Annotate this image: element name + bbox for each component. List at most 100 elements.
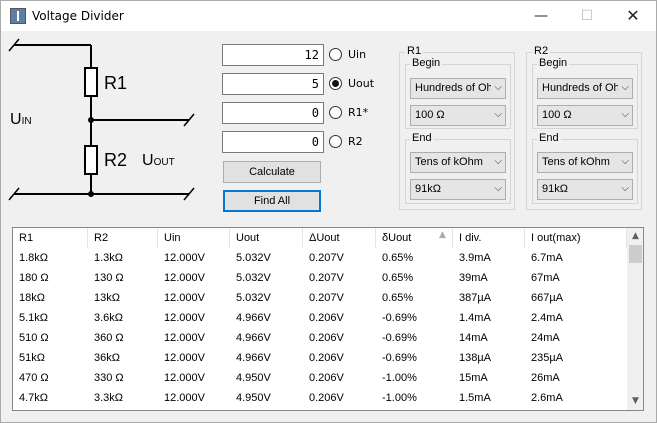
- r2-label: R2: [104, 150, 128, 170]
- table-cell: 0.65%: [382, 292, 414, 304]
- table-cell: 0.65%: [382, 272, 414, 284]
- table-row[interactable]: 51kΩ 36kΩ 12.000V 4.966V 0.206V -0.69% 138µA 23…: [13, 348, 627, 368]
- r2-end-value-select[interactable]: 91kΩ ⌵: [537, 179, 633, 200]
- chevron-down-icon: ⌵: [494, 109, 502, 120]
- table-cell: 36kΩ: [94, 352, 120, 364]
- table-cell: 3.3kΩ: [94, 392, 124, 404]
- scroll-down-icon[interactable]: ▼: [627, 393, 643, 410]
- table-cell: 26mA: [531, 372, 560, 384]
- r1-begin-title: Begin: [410, 57, 443, 69]
- chevron-down-icon: ⌵: [494, 183, 502, 194]
- table-cell: 667µA: [531, 292, 564, 304]
- r2-input[interactable]: 0: [222, 131, 324, 153]
- table-row[interactable]: 4.7kΩ 3.3kΩ 12.000V 4.950V 0.206V -1.00% 1.5mA…: [13, 388, 627, 408]
- r1-range-title: R1: [405, 45, 424, 57]
- column-header[interactable]: Uin: [158, 228, 230, 248]
- calculate-button[interactable]: Calculate: [223, 161, 321, 183]
- uin-radio-label: Uin: [348, 48, 367, 61]
- table-cell: 130 Ω: [94, 272, 124, 284]
- column-header[interactable]: I div.: [453, 228, 525, 248]
- r2-range-title: R2: [532, 45, 551, 57]
- table-cell: 4.966V: [236, 332, 271, 344]
- table-cell: 0.207V: [309, 252, 344, 264]
- app-window: Voltage Divider — ☐ ✕ R1 R2 UIN UOUT 12 …: [0, 0, 657, 423]
- r1-end-title: End: [410, 132, 434, 144]
- table-cell: 67mA: [531, 272, 560, 284]
- table-row[interactable]: 18kΩ 13kΩ 12.000V 5.032V 0.207V 0.65% 387µA 667…: [13, 288, 627, 308]
- table-cell: 2.4mA: [531, 312, 563, 324]
- schematic-drawing: [8, 38, 195, 201]
- table-row[interactable]: 1.8kΩ 1.3kΩ 12.000V 5.032V 0.207V 0.65% 3.9mA 6…: [13, 248, 627, 268]
- uin-radio[interactable]: [329, 48, 342, 61]
- vertical-scrollbar[interactable]: ▲ ▼: [627, 228, 643, 410]
- table-cell: 5.032V: [236, 272, 271, 284]
- r2-begin-title: Begin: [537, 57, 570, 69]
- column-header[interactable]: I out(max): [525, 228, 627, 248]
- column-header[interactable]: Uout: [230, 228, 303, 248]
- table-cell: 0.206V: [309, 312, 344, 324]
- table-cell: -1.00%: [382, 372, 417, 384]
- table-cell: 12.000V: [164, 372, 205, 384]
- results-list[interactable]: R1 R2 Uin Uout ΔUout δUout I div. I out(max) ▲ …: [12, 227, 644, 411]
- table-cell: 0.65%: [382, 252, 414, 264]
- table-cell: 39mA: [459, 272, 488, 284]
- table-cell: 235µA: [531, 352, 564, 364]
- uout-radio-label: Uout: [348, 77, 375, 90]
- r1-input[interactable]: 0: [222, 102, 324, 124]
- table-cell: 4.950V: [236, 372, 271, 384]
- table-row[interactable]: 470 Ω 330 Ω 12.000V 4.950V 0.206V -1.00% 15mA 2…: [13, 368, 627, 388]
- find-all-button[interactable]: Find All: [223, 190, 321, 212]
- uout-label: UOUT: [142, 152, 175, 169]
- chevron-down-icon: ⌵: [494, 156, 502, 167]
- column-header[interactable]: ΔUout: [303, 228, 376, 248]
- table-row[interactable]: 180 Ω 130 Ω 12.000V 5.032V 0.207V 0.65% 39mA 67…: [13, 268, 627, 288]
- maximize-button: ☐: [580, 8, 594, 24]
- scroll-thumb[interactable]: [629, 245, 642, 263]
- divider-schematic: R1 R2 UIN UOUT: [1, 31, 216, 226]
- table-cell: 2.6mA: [531, 392, 563, 404]
- uin-label: UIN: [10, 111, 32, 128]
- scroll-up-icon[interactable]: ▲: [627, 228, 643, 245]
- table-row[interactable]: 510 Ω 360 Ω 12.000V 4.966V 0.206V -0.69% 14mA 2…: [13, 328, 627, 348]
- uout-radio[interactable]: [329, 77, 342, 90]
- r1-begin-range-select[interactable]: Hundreds of Ohm⌵: [410, 78, 506, 99]
- r2-end-title: End: [537, 132, 561, 144]
- uin-input[interactable]: 12: [222, 44, 324, 66]
- r1-end-range-select[interactable]: Tens of kOhm ⌵: [410, 152, 506, 173]
- table-cell: 0.207V: [309, 272, 344, 284]
- table-cell: 4.966V: [236, 312, 271, 324]
- table-cell: 12.000V: [164, 352, 205, 364]
- table-cell: 0.206V: [309, 352, 344, 364]
- r2-radio[interactable]: [329, 135, 342, 148]
- title-bar[interactable]: Voltage Divider — ☐ ✕: [1, 1, 656, 31]
- window-title: Voltage Divider: [32, 9, 124, 23]
- minimize-button[interactable]: —: [518, 1, 564, 31]
- chevron-down-icon: ⌵: [621, 183, 629, 194]
- table-cell: 1.3kΩ: [94, 252, 124, 264]
- column-header[interactable]: R2: [88, 228, 158, 248]
- r2-radio-label: R2: [348, 135, 363, 148]
- r1-radio[interactable]: [329, 106, 342, 119]
- r1-begin-value-select[interactable]: 100 Ω ⌵: [410, 105, 506, 126]
- table-cell: 4.966V: [236, 352, 271, 364]
- table-cell: 18kΩ: [19, 292, 45, 304]
- table-cell: 12.000V: [164, 392, 205, 404]
- table-cell: 13kΩ: [94, 292, 120, 304]
- r2-begin-value-select[interactable]: 100 Ω ⌵: [537, 105, 633, 126]
- table-cell: 12.000V: [164, 272, 205, 284]
- r2-end-range-select[interactable]: Tens of kOhm ⌵: [537, 152, 633, 173]
- table-cell: 6.7mA: [531, 252, 563, 264]
- table-cell: 12.000V: [164, 292, 205, 304]
- uout-input[interactable]: 5: [222, 73, 324, 95]
- table-row[interactable]: 5.1kΩ 3.6kΩ 12.000V 4.966V 0.206V -0.69% 1.4mA…: [13, 308, 627, 328]
- chevron-down-icon: ⌵: [621, 109, 629, 120]
- chevron-down-icon: ⌵: [494, 82, 502, 93]
- table-cell: 0.206V: [309, 332, 344, 344]
- column-header[interactable]: R1: [13, 228, 88, 248]
- close-button[interactable]: ✕: [610, 1, 656, 31]
- table-cell: -0.69%: [382, 352, 417, 364]
- table-cell: 387µA: [459, 292, 492, 304]
- r2-begin-range-select[interactable]: Hundreds of Ohm⌵: [537, 78, 633, 99]
- r1-end-value-select[interactable]: 91kΩ ⌵: [410, 179, 506, 200]
- table-cell: -0.69%: [382, 332, 417, 344]
